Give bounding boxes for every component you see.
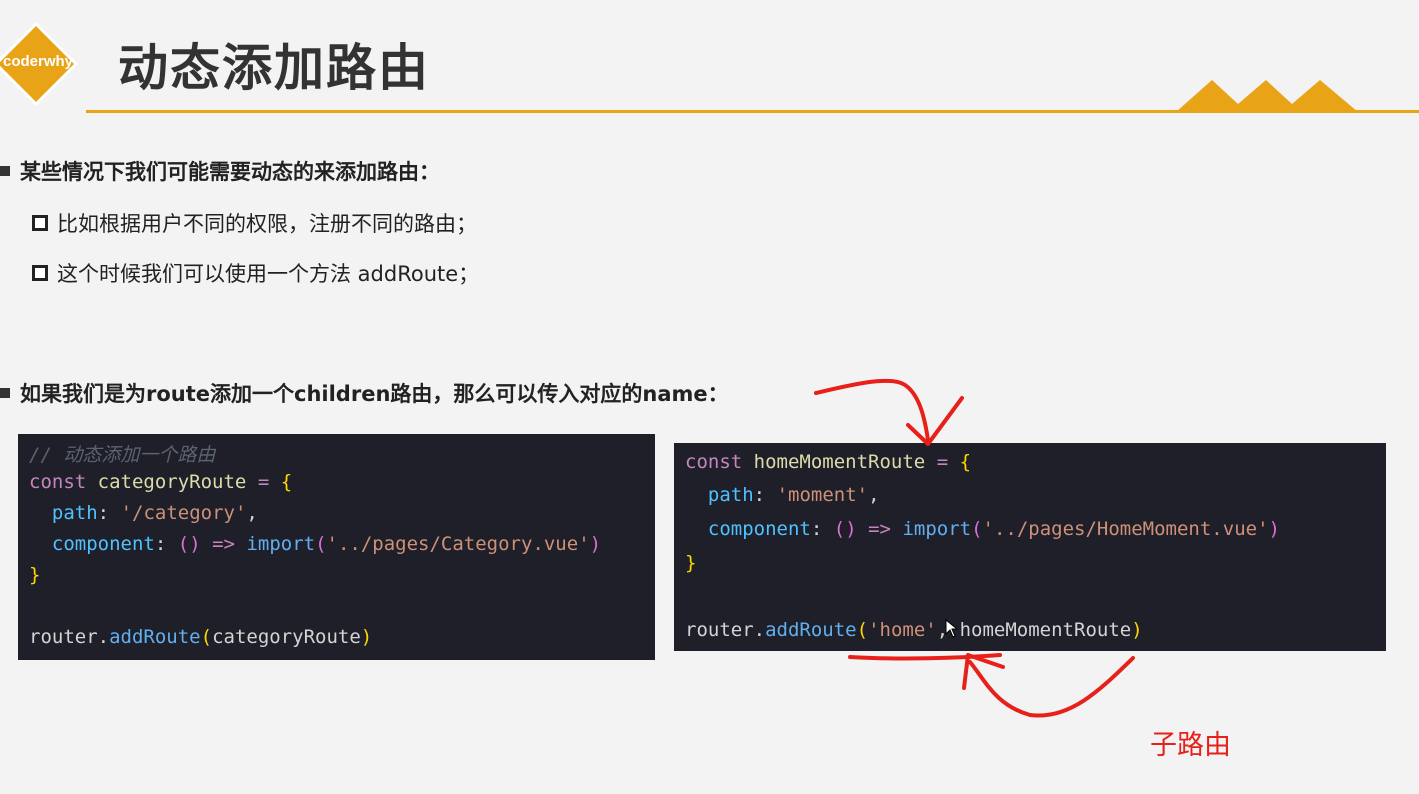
code-object: router bbox=[685, 619, 754, 641]
code-object: router bbox=[29, 626, 98, 648]
code-property: path bbox=[707, 484, 754, 506]
code-string: '../pages/Category.vue' bbox=[326, 533, 590, 555]
bullet-sub-1: 比如根据用户不同的权限，注册不同的路由； bbox=[32, 208, 477, 238]
code-string: 'home' bbox=[868, 619, 937, 641]
handwritten-annotation: 子路由 bbox=[1150, 730, 1231, 761]
code-string: '../pages/HomeMoment.vue' bbox=[982, 518, 1269, 540]
code-argument: homeMomentRoute bbox=[959, 619, 1132, 641]
square-bullet-icon bbox=[0, 166, 10, 176]
page-title: 动态添加路由 bbox=[118, 39, 430, 97]
code-string: '/category' bbox=[120, 502, 247, 524]
code-variable: categoryRoute bbox=[97, 471, 247, 493]
square-bullet-icon bbox=[0, 388, 10, 398]
code-property: component bbox=[51, 533, 155, 555]
code-comment: // 动态添加一个路由 bbox=[29, 444, 216, 466]
bullet-text: 这个时候我们可以使用一个方法 addRoute； bbox=[57, 262, 480, 286]
code-import: import bbox=[246, 533, 316, 555]
code-import: import bbox=[902, 518, 972, 540]
code-string: 'moment' bbox=[776, 484, 869, 506]
code-keyword: const bbox=[685, 451, 743, 473]
logo-text: coderwhy bbox=[2, 53, 74, 70]
code-argument: categoryRoute bbox=[212, 626, 361, 648]
bullet-text: 某些情况下我们可能需要动态的来添加路由： bbox=[20, 160, 440, 184]
hollow-square-icon bbox=[32, 265, 48, 281]
code-block-left: // 动态添加一个路由 const categoryRoute = { path… bbox=[18, 434, 655, 660]
bullet-main-1: 某些情况下我们可能需要动态的来添加路由： bbox=[0, 156, 440, 186]
hollow-square-icon bbox=[32, 215, 48, 231]
mountains-decoration bbox=[1176, 80, 1358, 112]
code-variable: homeMomentRoute bbox=[753, 451, 926, 473]
bullet-main-2: 如果我们是为route添加一个children路由，那么可以传入对应的name： bbox=[0, 378, 729, 408]
code-method: addRoute bbox=[765, 619, 857, 641]
bullet-sub-2: 这个时候我们可以使用一个方法 addRoute； bbox=[32, 258, 479, 288]
code-property: path bbox=[51, 502, 98, 524]
bullet-text: 比如根据用户不同的权限，注册不同的路由； bbox=[57, 212, 477, 236]
mouse-cursor-icon bbox=[945, 619, 959, 638]
code-block-right: const homeMomentRoute = { path: 'moment'… bbox=[674, 443, 1386, 651]
code-keyword: const bbox=[29, 471, 87, 493]
bullet-text: 如果我们是为route添加一个children路由，那么可以传入对应的name： bbox=[20, 382, 729, 406]
code-method: addRoute bbox=[109, 626, 201, 648]
code-property: component bbox=[707, 518, 811, 540]
